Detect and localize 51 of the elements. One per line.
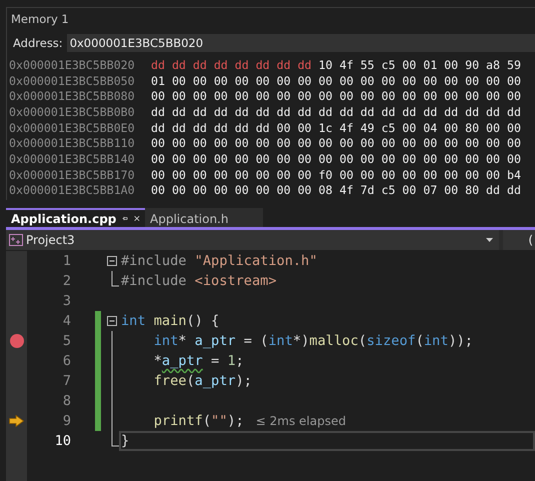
collapse-icon[interactable] [107,316,117,326]
code-line: #include <iostream> [121,272,277,290]
memory-bytes: 00 00 00 00 00 00 00 00 00 00 00 00 00 00 00 00 00 00 [151,136,521,150]
caret-icon [486,238,493,242]
code-line: int* a_ptr = (int*)malloc(sizeof(int)); [152,332,473,350]
code-line: int main() { [121,312,220,330]
line-number: 7 [62,372,71,391]
memory-bytes: dd dd dd dd dd dd dd dd dd dd dd dd dd dd dd dd dd dd [151,104,521,119]
code-line: } [121,432,130,450]
memory-bytes: 00 00 00 00 00 00 00 00 08 4f 7d c5 00 07 00 80 dd dd [151,183,521,198]
memory-address: 0x000001E3BC5BB140 [9,152,136,166]
memory-address: 0x000001E3BC5BB0E0 [9,120,136,135]
code-line: printf(""); [152,412,244,430]
line-number: 10 [54,432,71,451]
memory-address: 0x000001E3BC5BB0B0 [9,104,136,119]
editor-tab[interactable]: Application.h [145,208,263,227]
memory-bytes: dd dd dd dd dd dd dd dd 10 4f 55 c5 00 01 00 90 a8 59 [151,58,521,72]
code-line: *a_ptr = 1; [152,352,244,370]
memory-address: 0x000001E3BC5BB170 [9,168,136,182]
close-icon[interactable] [134,214,140,223]
memory-address: 0x000001E3BC5BB110 [9,136,136,150]
pin-icon[interactable] [122,214,128,223]
collapse-icon[interactable] [107,256,117,266]
scope-dropdown[interactable]: ( [503,230,535,250]
line-number: 5 [62,332,71,351]
code-line: #include "Application.h" [121,252,318,270]
line-number: 4 [62,312,71,331]
panel-title: Memory 1 [10,11,70,28]
editor-tab[interactable]: Application.cpp [6,208,145,227]
project-icon [9,234,23,246]
line-number: 3 [62,292,71,311]
memory-address: 0x000001E3BC5BB080 [9,89,136,104]
line-number: 8 [62,392,71,411]
line-number: 1 [62,252,71,271]
code-line: free(a_ptr); [152,372,252,390]
memory-address: 0x000001E3BC5BB020 [9,58,136,72]
line-number: 9 [62,412,71,431]
memory-bytes: 01 00 00 00 00 00 00 00 00 00 00 00 00 00 00 00 00 00 [151,74,521,88]
address-label: Address: [13,36,63,50]
address-field[interactable]: 0x000001E3BC5BB020 [66,34,535,52]
memory-bytes: 00 00 00 00 00 00 00 00 f0 00 00 00 00 00 00 00 00 b4 [151,168,521,182]
memory-address: 0x000001E3BC5BB050 [9,74,136,88]
line-number: 6 [62,352,71,371]
memory-bytes: dd dd dd dd dd dd 00 00 1c 4f 49 c5 00 04 00 80 00 00 [151,120,521,135]
breakpoint-icon[interactable] [10,334,24,348]
line-number: 2 [62,272,71,291]
project-dropdown[interactable]: Project3 [6,230,499,250]
memory-address: 0x000001E3BC5BB1A0 [9,183,136,198]
memory-bytes: 00 00 00 00 00 00 00 00 00 00 00 00 00 00 00 00 00 00 [151,89,521,104]
memory-bytes: 00 00 00 00 00 00 00 00 00 00 00 00 00 00 00 00 00 00 [151,152,521,166]
elapsed-time-hint: ≤ 2ms elapsed [256,414,346,428]
